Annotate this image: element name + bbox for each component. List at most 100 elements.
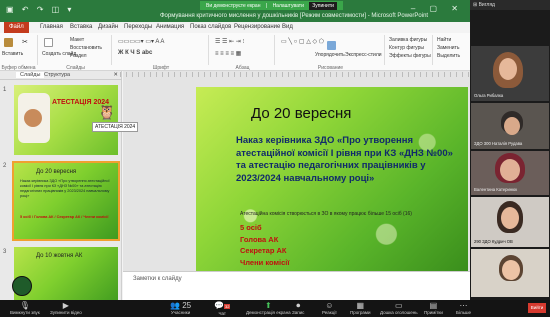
chat-badge: 32 xyxy=(223,304,231,309)
shape-outline-button[interactable]: Контур фигуры xyxy=(389,45,424,51)
participant-tile[interactable] xyxy=(471,249,549,297)
slide-2-body: Наказ керівника ЗДО «Про утворення атест… xyxy=(20,179,110,198)
slide-body-text[interactable]: Наказ керівника ЗДО «Про утворення атест… xyxy=(236,135,464,185)
record-button[interactable]: ⏺ Запис xyxy=(292,301,304,315)
slide-note-text[interactable]: Атестаційна комісія створюється в ЗО в я… xyxy=(240,211,412,217)
camera-icon: ▶ xyxy=(62,301,69,310)
align-buttons[interactable]: ≡ ≡ ≡ ≡ ▦ xyxy=(215,50,241,57)
tab-home[interactable]: Главная xyxy=(40,24,63,30)
participant-face xyxy=(499,58,517,80)
screen-share-banner: Ви демонструєте екран | Налаштувати Зупи… xyxy=(200,1,343,10)
banner-separator: | xyxy=(265,3,268,9)
tab-slideshow[interactable]: Показ слайдов xyxy=(190,24,231,30)
gallery-view-toggle[interactable]: ⊞ Вигляд xyxy=(470,0,550,10)
paste-button[interactable] xyxy=(4,38,15,47)
slide-member-list[interactable]: 5 осіб Голова АК Секретар АК Члени коміс… xyxy=(240,222,289,268)
chat-icon: 💬32 xyxy=(214,301,231,310)
shapes-gallery[interactable]: ▭ ╲ ○ ▢ △ ◇ ⬠ xyxy=(281,38,324,45)
group-clipboard: Вставить ✂ Буфер обмена xyxy=(0,35,38,71)
tab-slides[interactable]: Слайды xyxy=(16,72,45,78)
tab-outline[interactable]: Структура xyxy=(44,72,70,78)
tab-review[interactable]: Рецензирование xyxy=(234,24,280,30)
arrange-label[interactable]: Упорядочить xyxy=(315,52,345,58)
list-item: Члени комісії xyxy=(240,257,290,267)
quick-access-toolbar[interactable]: ▣ ↶ ↷ ◫ ▾ xyxy=(6,5,74,14)
participant-face xyxy=(500,159,520,181)
section-button[interactable]: Раздел xyxy=(70,53,87,59)
participant-name: ЗДО 300 Наталія Рудава xyxy=(474,141,523,146)
select-button[interactable]: Выделить xyxy=(437,53,460,59)
participant-tile[interactable]: Ольга Рибалка xyxy=(471,46,549,101)
tab-view[interactable]: Вид xyxy=(282,24,293,30)
chat-button[interactable]: 💬32 Чат xyxy=(214,301,231,316)
notes-button[interactable]: ▤ Примітки xyxy=(424,301,443,315)
new-slide-button[interactable] xyxy=(44,38,55,47)
mute-button[interactable]: 🎙 Вимкнути звук xyxy=(10,301,40,315)
more-icon: ⋯ xyxy=(459,301,468,310)
slide-tooltip: АТЕСТАЦІЯ 2024 xyxy=(92,122,139,132)
notes-pane[interactable]: Заметки к слайду xyxy=(123,271,470,300)
current-slide[interactable]: До 20 вересня Наказ керівника ЗДО «Про у… xyxy=(196,87,468,271)
slide-number-1: 1 xyxy=(3,87,7,93)
participant-tile[interactable]: 290 ЗДО Кудрич ОВ xyxy=(471,197,549,247)
microphone-icon: 🎙 xyxy=(19,301,30,310)
reactions-label: Реакції xyxy=(322,310,337,315)
powerpoint-window: ▣ ↶ ↷ ◫ ▾ Формування критичного мислення… xyxy=(0,0,470,300)
tab-insert[interactable]: Вставка xyxy=(70,24,92,30)
mute-label: Вимкнути звук xyxy=(10,310,40,315)
stop-video-button[interactable]: ▶ Зупинити відео xyxy=(50,301,82,315)
express-styles-label[interactable]: Экспресс-стили xyxy=(345,52,382,58)
clipboard-icon xyxy=(4,38,13,47)
slide-thumbnail-2[interactable]: До 20 вересня Наказ керівника ЗДО «Про у… xyxy=(12,161,120,241)
leave-meeting-button[interactable]: Вийти xyxy=(528,303,546,313)
stop-share-button[interactable]: Зупинити xyxy=(309,2,337,10)
participants-icon: 👥 25 xyxy=(170,301,192,310)
self-view-avatar[interactable] xyxy=(12,276,32,296)
apps-button[interactable]: ▦ Програми xyxy=(350,301,371,315)
replace-button[interactable]: Заменить xyxy=(437,45,459,51)
participant-face xyxy=(502,260,520,280)
window-controls[interactable]: – ▢ ✕ xyxy=(411,4,464,13)
participant-tile[interactable]: ЗДО 300 Наталія Рудава xyxy=(471,103,549,149)
paste-label[interactable]: Вставить xyxy=(2,51,23,57)
whiteboard-button[interactable]: ▭ Дошка оголошень xyxy=(380,301,418,315)
whiteboard-label: Дошка оголошень xyxy=(380,310,418,315)
share-banner-text: Ви демонструєте екран xyxy=(206,3,261,9)
slide-title[interactable]: До 20 вересня xyxy=(251,105,351,122)
close-icon[interactable]: ✕ xyxy=(113,72,118,78)
participant-name: Валентина Катеринюк xyxy=(474,187,518,192)
ribbon: Вставить ✂ Буфер обмена Создать слайд Ма… xyxy=(0,33,470,71)
group-slides: Создать слайд Макет Восстановить Раздел … xyxy=(40,35,112,71)
layout-button[interactable]: Макет xyxy=(70,37,84,43)
participant-tile[interactable]: Валентина Катеринюк xyxy=(471,151,549,195)
font-format-buttons[interactable]: Ж К Ч S abc xyxy=(118,50,152,56)
slide-thumbnail-1[interactable]: АТЕСТАЦІЯ 2024 🦉 xyxy=(14,85,118,155)
reset-button[interactable]: Восстановить xyxy=(70,45,102,51)
find-button[interactable]: Найти xyxy=(437,37,451,43)
horizontal-ruler xyxy=(120,72,470,77)
more-button[interactable]: ⋯ Більше xyxy=(456,301,471,315)
whiteboard-icon: ▭ xyxy=(395,301,403,310)
tab-file[interactable]: Файл xyxy=(4,22,29,33)
tab-design[interactable]: Дизайн xyxy=(98,24,118,30)
share-screen-button[interactable]: ⬆ Демонстрація екрана xyxy=(246,301,291,315)
font-name-select[interactable]: ▭▭▭▭▾ ▭▾ A A xyxy=(118,38,164,45)
reactions-button[interactable]: ☺ Реакції xyxy=(322,301,337,315)
apps-icon: ▦ xyxy=(356,301,365,310)
slide-number-3: 3 xyxy=(3,249,7,255)
shape-effects-button[interactable]: Эффекты фигуры xyxy=(389,53,431,59)
cut-icon[interactable]: ✂ xyxy=(22,38,28,46)
arrange-icon xyxy=(327,41,336,50)
smiley-icon: ☺ xyxy=(325,301,334,310)
arrange-button[interactable] xyxy=(327,41,338,50)
tab-transitions[interactable]: Переходы xyxy=(124,24,152,30)
list-buttons[interactable]: ☰ ☰ ⇤ ⇥ ⁝ xyxy=(215,38,244,45)
participant-gallery: ⊞ Вигляд Ольга Рибалка ЗДО 300 Наталія Р… xyxy=(470,0,550,300)
ribbon-tabs: Файл Главная Вставка Дизайн Переходы Ани… xyxy=(0,22,470,33)
share-settings-button[interactable]: Налаштувати xyxy=(273,3,304,9)
participants-count: 25 xyxy=(182,301,192,310)
tab-animations[interactable]: Анимация xyxy=(156,24,184,30)
shape-fill-button[interactable]: Заливка фигуры xyxy=(389,37,427,43)
participants-button[interactable]: 👥 25 Учасники xyxy=(170,301,191,315)
stop-video-label: Зупинити відео xyxy=(50,310,82,315)
